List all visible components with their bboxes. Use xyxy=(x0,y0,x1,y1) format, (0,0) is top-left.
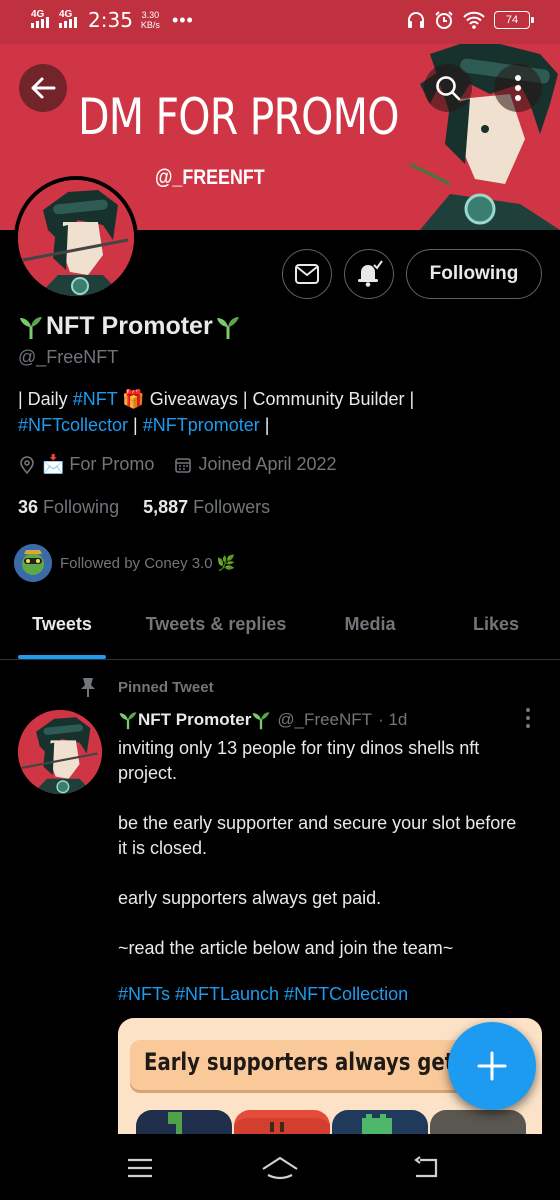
speed-unit: KB/s xyxy=(140,20,160,30)
sprout-icon xyxy=(119,712,137,730)
home-button[interactable] xyxy=(260,1154,300,1182)
username: @_FreeNFT xyxy=(18,347,119,367)
hashtag-link[interactable]: #NFTpromoter xyxy=(143,415,260,435)
speed-value: 3.30 xyxy=(141,10,160,20)
follower-avatar xyxy=(14,544,52,582)
tab-tweets[interactable]: Tweets xyxy=(0,598,124,650)
tweet-paragraph: ~read the article below and join the tea… xyxy=(118,938,454,958)
followers-label: Followers xyxy=(193,497,271,517)
notifications-button[interactable] xyxy=(344,249,394,299)
more-options-button[interactable] xyxy=(494,64,542,112)
nft-dino-1 xyxy=(168,1112,182,1134)
followers-count: 5,887 xyxy=(143,497,189,517)
system-nav-bar xyxy=(0,1134,560,1200)
tab-tweets-replies[interactable]: Tweets & replies xyxy=(124,598,308,650)
hashtag-link[interactable]: #NFT xyxy=(73,389,118,409)
back-arrow-icon xyxy=(31,77,56,99)
followed-by-text: Followed by Coney 3.0 🌿 xyxy=(60,555,236,572)
follow-counts: 36 Following 5,887 Followers xyxy=(18,497,270,518)
wifi-icon xyxy=(463,11,485,29)
bell-check-icon xyxy=(358,260,383,287)
sprout-icon xyxy=(216,316,239,339)
sprout-icon xyxy=(20,316,42,339)
follower-avatar-image xyxy=(14,544,52,582)
message-button[interactable] xyxy=(282,249,332,299)
tweet-timestamp: · 1d xyxy=(378,710,408,729)
bio-text: | Daily xyxy=(18,389,73,409)
nft-thumbnail xyxy=(430,1110,526,1134)
tweet-paragraph: inviting only 13 people for tiny dinos s… xyxy=(118,738,480,783)
signal-2-icon: 4G xyxy=(58,8,80,32)
banner-title: DM FOR PROMO xyxy=(78,88,399,146)
following-count: 36 xyxy=(18,497,39,517)
compose-tweet-button[interactable] xyxy=(448,1022,536,1110)
tab-media[interactable]: Media xyxy=(308,598,432,650)
alarm-icon xyxy=(435,11,453,29)
recent-apps-button[interactable] xyxy=(120,1154,160,1182)
mail-icon xyxy=(295,264,319,284)
back-nav-button[interactable] xyxy=(406,1154,446,1182)
tweet-body: inviting only 13 people for tiny dinos s… xyxy=(118,736,528,986)
headphones-icon xyxy=(408,12,424,28)
status-bar: 4G 4G 2:35 3.30 KB/s ••• 74 xyxy=(0,0,560,44)
battery-icon: 74 xyxy=(494,11,534,29)
bio-text: 🎁 Giveaways | Community Builder | xyxy=(117,389,415,409)
sprout-icon xyxy=(252,712,270,730)
pinned-label-text: Pinned Tweet xyxy=(118,678,214,696)
nft-dino-2 xyxy=(270,1122,284,1132)
following-button[interactable]: Following xyxy=(406,249,542,299)
tweet-author-avatar[interactable] xyxy=(18,710,102,794)
tweet-paragraph: be the early supporter and secure your s… xyxy=(118,813,517,858)
nft-dino-3 xyxy=(362,1114,392,1134)
following-count-link[interactable]: 36 Following xyxy=(18,497,119,518)
pin-icon xyxy=(81,678,95,697)
tweet-author-name[interactable]: NFT Promoter xyxy=(118,710,271,730)
bio-text: | xyxy=(259,415,270,435)
clock: 2:35 xyxy=(88,8,133,32)
location-icon xyxy=(20,455,34,474)
followers-count-link[interactable]: 5,887 Followers xyxy=(143,497,270,518)
signal-1-icon: 4G xyxy=(30,8,52,32)
profile-tabs: Tweets Tweets & replies Media Likes xyxy=(0,598,560,660)
location-text: 📩 For Promo xyxy=(42,454,155,474)
plus-icon xyxy=(477,1051,507,1081)
status-left: 4G 4G 2:35 3.30 KB/s ••• xyxy=(30,8,194,32)
profile-avatar[interactable] xyxy=(14,176,138,300)
pinned-label: Pinned Tweet xyxy=(78,676,214,698)
display-name-text: NFT Promoter xyxy=(46,312,213,340)
profile-bio: | Daily #NFT 🎁 Giveaways | Community Bui… xyxy=(18,386,538,438)
following-label: Following xyxy=(43,497,120,517)
profile-meta: 📩 For Promo Joined April 2022 xyxy=(18,454,337,475)
avatar-illustration xyxy=(18,180,134,296)
back-nav-icon xyxy=(414,1156,438,1178)
joined-date: Joined April 2022 xyxy=(198,454,337,474)
hashtag-link[interactable]: #NFTcollector xyxy=(18,415,128,435)
tweet-avatar-illustration xyxy=(18,710,102,794)
tweet-paragraph: early supporters always get paid. xyxy=(118,888,382,908)
home-icon xyxy=(262,1156,298,1180)
active-tab-indicator xyxy=(18,655,106,659)
search-icon xyxy=(436,76,461,101)
status-right: 74 xyxy=(406,10,534,30)
tweet-hashtags[interactable]: #NFTs #NFTLaunch #NFTCollection xyxy=(118,984,408,1005)
back-button[interactable] xyxy=(19,64,67,112)
followed-by-row[interactable]: Followed by Coney 3.0 🌿 xyxy=(14,544,235,582)
more-vertical-icon xyxy=(515,75,521,101)
network-speed: 3.30 KB/s xyxy=(141,10,160,30)
tweet-header: NFT Promoter @_FreeNFT · 1d xyxy=(118,710,407,730)
bio-text: | xyxy=(128,415,143,435)
tweet-author-name-text: NFT Promoter xyxy=(138,710,252,729)
tweet-more-button[interactable] xyxy=(524,708,532,728)
banner-handle: @_FREENFT xyxy=(155,166,265,189)
battery-level: 74 xyxy=(505,14,519,26)
card-title: Early supporters always get xyxy=(144,1048,455,1076)
more-notifications-icon: ••• xyxy=(171,9,194,30)
tab-likes[interactable]: Likes xyxy=(432,598,560,650)
tweet-author-handle: @_FreeNFT xyxy=(277,710,373,729)
menu-icon xyxy=(128,1158,152,1178)
calendar-icon xyxy=(175,457,192,473)
display-name: NFT Promoter xyxy=(18,312,241,341)
search-button[interactable] xyxy=(424,64,472,112)
